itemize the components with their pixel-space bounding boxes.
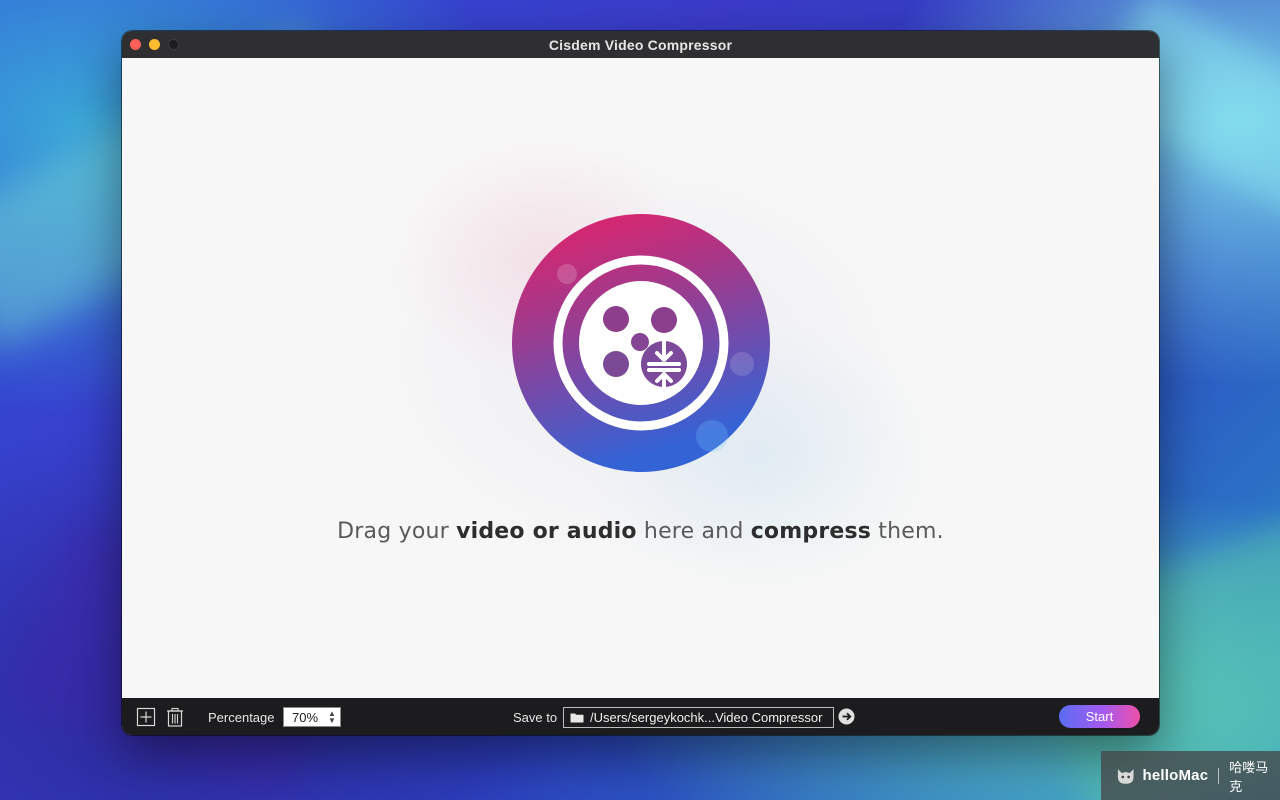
folder-icon [570,713,584,723]
title-bar[interactable]: Cisdem Video Compressor [122,31,1159,58]
watermark-divider [1218,767,1220,784]
bottom-toolbar: Percentage 70% ▲ ▼ Save to /Users/sergeyk… [122,698,1159,735]
save-to-label: Save to [513,710,558,725]
minimize-window-button[interactable] [149,39,160,50]
window-controls [130,39,179,50]
drop-instruction: Drag your video or audio here and compre… [337,519,944,544]
plus-square-icon[interactable] [136,707,156,727]
percentage-select[interactable]: 70% ▲ ▼ [283,707,341,727]
maximize-window-button[interactable] [168,39,179,50]
save-path-field[interactable]: /Users/sergeykochk...Video Compressor [563,707,834,728]
percentage-label: Percentage [208,710,275,725]
trash-icon[interactable] [165,707,185,727]
percentage-value: 70% [292,709,319,725]
cat-logo-icon [1117,768,1134,784]
film-reel-compress-icon [512,214,770,472]
close-window-button[interactable] [130,39,141,50]
app-window: Cisdem Video Compressor Drag your video … [122,31,1159,735]
stepper-icon[interactable]: ▲ ▼ [327,709,337,725]
arrow-right-circle-icon[interactable] [838,708,855,725]
watermark-brand-cn: 哈喽马克 [1229,760,1269,795]
window-title: Cisdem Video Compressor [548,36,733,53]
watermark-brand: helloMac [1142,767,1209,784]
watermark-badge: helloMac 哈喽马克 [1101,751,1280,800]
save-path-value: /Users/sergeykochk...Video Compressor [590,710,823,725]
start-button[interactable]: Start [1059,705,1140,728]
drop-zone[interactable]: Drag your video or audio here and compre… [122,58,1159,698]
